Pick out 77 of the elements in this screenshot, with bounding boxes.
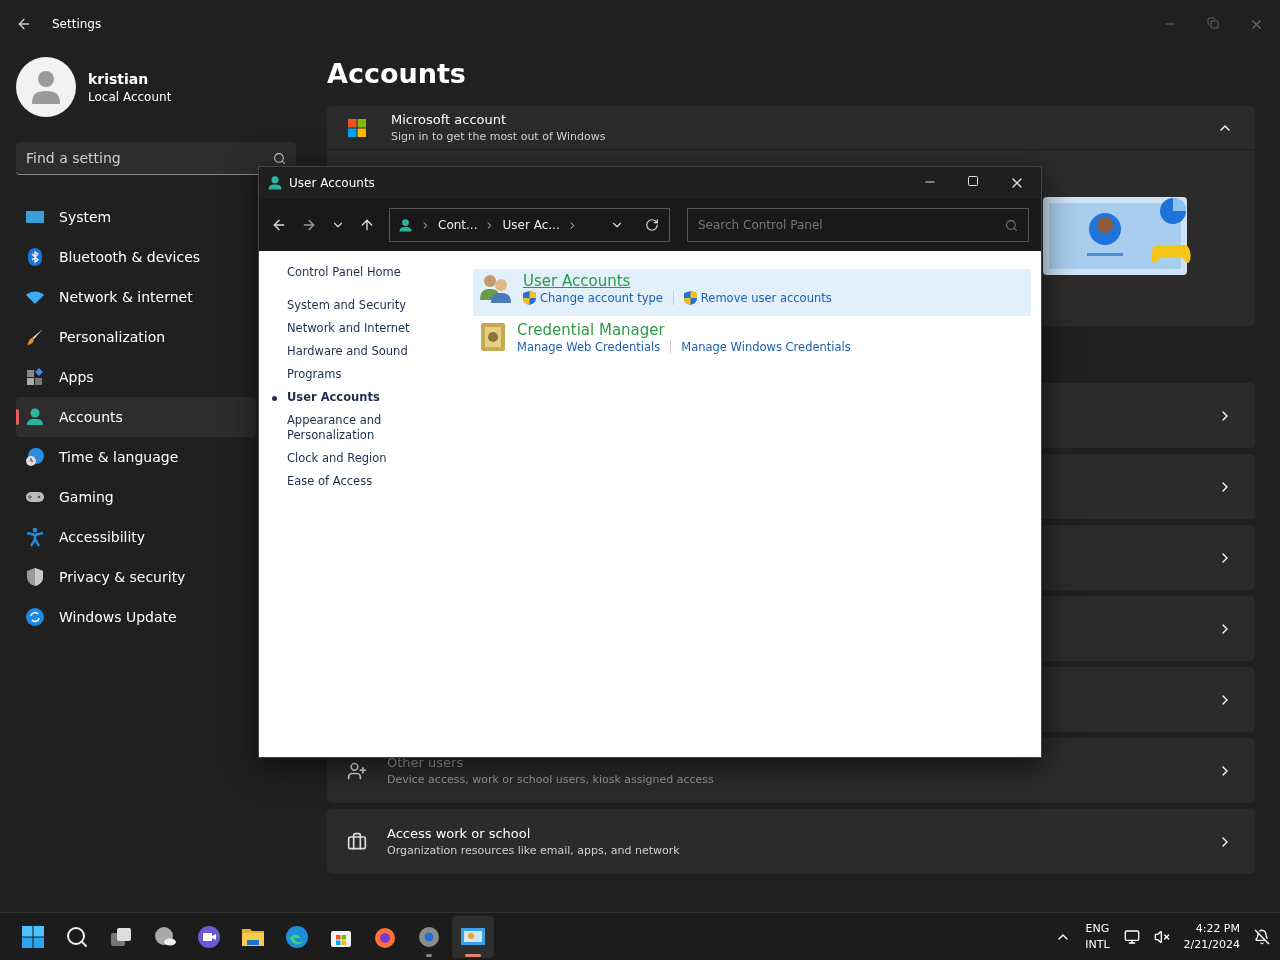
search-field[interactable]: Find a setting bbox=[16, 142, 296, 175]
sidebar-link[interactable]: System and Security bbox=[270, 298, 420, 313]
nav-item[interactable]: Bluetooth & devices bbox=[16, 237, 256, 277]
network-icon[interactable] bbox=[1123, 928, 1140, 945]
sidebar-link[interactable]: Control Panel Home bbox=[270, 265, 420, 280]
sidebar-link[interactable]: Appearance and Personalization bbox=[270, 413, 420, 443]
notification-icon[interactable] bbox=[1254, 928, 1270, 945]
accessibility-icon bbox=[25, 527, 45, 547]
task-link[interactable]: Remove user accounts bbox=[700, 291, 832, 305]
card-subtitle: Device access, work or school users, kiosk assigned access bbox=[387, 773, 715, 786]
person-icon bbox=[25, 407, 45, 427]
back-icon[interactable] bbox=[16, 16, 32, 32]
start-icon bbox=[21, 924, 45, 949]
settings-card[interactable]: Access work or school Organization resources like email, apps, and network bbox=[327, 809, 1255, 874]
nav-item[interactable]: Personalization bbox=[16, 317, 256, 357]
nav-item[interactable]: Time & language bbox=[16, 437, 256, 477]
maximize-icon[interactable] bbox=[967, 175, 979, 187]
apps-icon bbox=[25, 367, 45, 387]
task-link[interactable]: Change account type bbox=[540, 291, 663, 305]
search-icon bbox=[65, 924, 89, 949]
windows-logo-icon bbox=[347, 117, 367, 138]
category-title[interactable]: Credential Manager bbox=[517, 321, 851, 339]
card-subtitle: Organization resources like email, apps, and network bbox=[387, 844, 681, 857]
taskbar-app[interactable] bbox=[452, 915, 494, 958]
nav-item[interactable]: Gaming bbox=[16, 477, 256, 517]
card-title: Other users bbox=[387, 755, 465, 770]
clock[interactable]: 4:22 PM 2/21/2024 bbox=[1183, 922, 1240, 951]
volume-muted-icon[interactable] bbox=[1153, 928, 1170, 945]
nav-item[interactable]: Apps bbox=[16, 357, 256, 397]
task-link[interactable]: Manage Windows Credentials bbox=[681, 340, 851, 354]
category-item[interactable]: User Accounts Change account type Remove user accounts bbox=[473, 269, 1031, 316]
nav-item[interactable]: Windows Update bbox=[16, 597, 256, 637]
sidebar-link[interactable]: Hardware and Sound bbox=[270, 344, 420, 359]
globe-icon bbox=[25, 447, 45, 467]
breadcrumb-item[interactable]: User Ac... bbox=[502, 218, 560, 232]
card-title: Microsoft account bbox=[391, 112, 508, 127]
user-add-icon bbox=[347, 760, 367, 781]
sidebar-link[interactable]: Network and Internet bbox=[270, 321, 420, 336]
card-title: Access work or school bbox=[387, 826, 532, 841]
update-icon bbox=[25, 607, 45, 627]
sidebar-link[interactable]: Ease of Access bbox=[270, 474, 420, 489]
window-title: Settings bbox=[52, 17, 102, 31]
users-icon bbox=[479, 272, 513, 304]
nav-item[interactable]: Accessibility bbox=[16, 517, 256, 557]
search-icon bbox=[273, 151, 286, 165]
forward-icon[interactable] bbox=[301, 217, 317, 233]
sidebar-link[interactable]: Clock and Region bbox=[270, 451, 420, 466]
back-icon[interactable] bbox=[271, 217, 287, 233]
search-field[interactable]: Search Control Panel bbox=[687, 208, 1029, 242]
briefcase-icon bbox=[347, 831, 367, 852]
nav-item[interactable]: System bbox=[16, 197, 256, 237]
refresh-icon[interactable] bbox=[645, 218, 659, 232]
up-icon[interactable] bbox=[359, 217, 375, 233]
search-icon bbox=[1005, 218, 1018, 232]
task-link[interactable]: Manage Web Credentials bbox=[517, 340, 661, 354]
window-title: User Accounts bbox=[289, 176, 375, 190]
brush-icon bbox=[25, 327, 45, 347]
account-type: Local Account bbox=[88, 89, 172, 104]
address-bar[interactable]: Cont... User Ac... bbox=[389, 208, 670, 242]
page-title: Accounts bbox=[327, 57, 467, 91]
bluetooth-icon bbox=[25, 247, 45, 267]
language-indicator[interactable]: ENG INTL bbox=[1085, 922, 1110, 951]
breadcrumb-item[interactable]: Cont... bbox=[438, 218, 478, 232]
sidebar-link[interactable]: User Accounts bbox=[270, 390, 420, 405]
user-name: kristian bbox=[88, 70, 150, 87]
user-icon bbox=[267, 175, 283, 191]
nav-item[interactable]: Privacy & security bbox=[16, 557, 256, 597]
user-icon bbox=[398, 217, 413, 233]
sidebar-link[interactable]: Programs bbox=[270, 367, 420, 382]
safe-icon bbox=[479, 321, 507, 353]
card-subtitle: Sign in to get the most out of Windows bbox=[391, 130, 607, 143]
category-item[interactable]: Credential Manager Manage Web Credentials Manage Windows Credentials bbox=[473, 318, 1031, 365]
nav-item[interactable]: Network & internet bbox=[16, 277, 256, 317]
meet-icon bbox=[197, 924, 221, 949]
avatar bbox=[16, 57, 76, 117]
nav-item[interactable]: Accounts bbox=[16, 397, 256, 437]
shield-icon bbox=[25, 567, 45, 587]
